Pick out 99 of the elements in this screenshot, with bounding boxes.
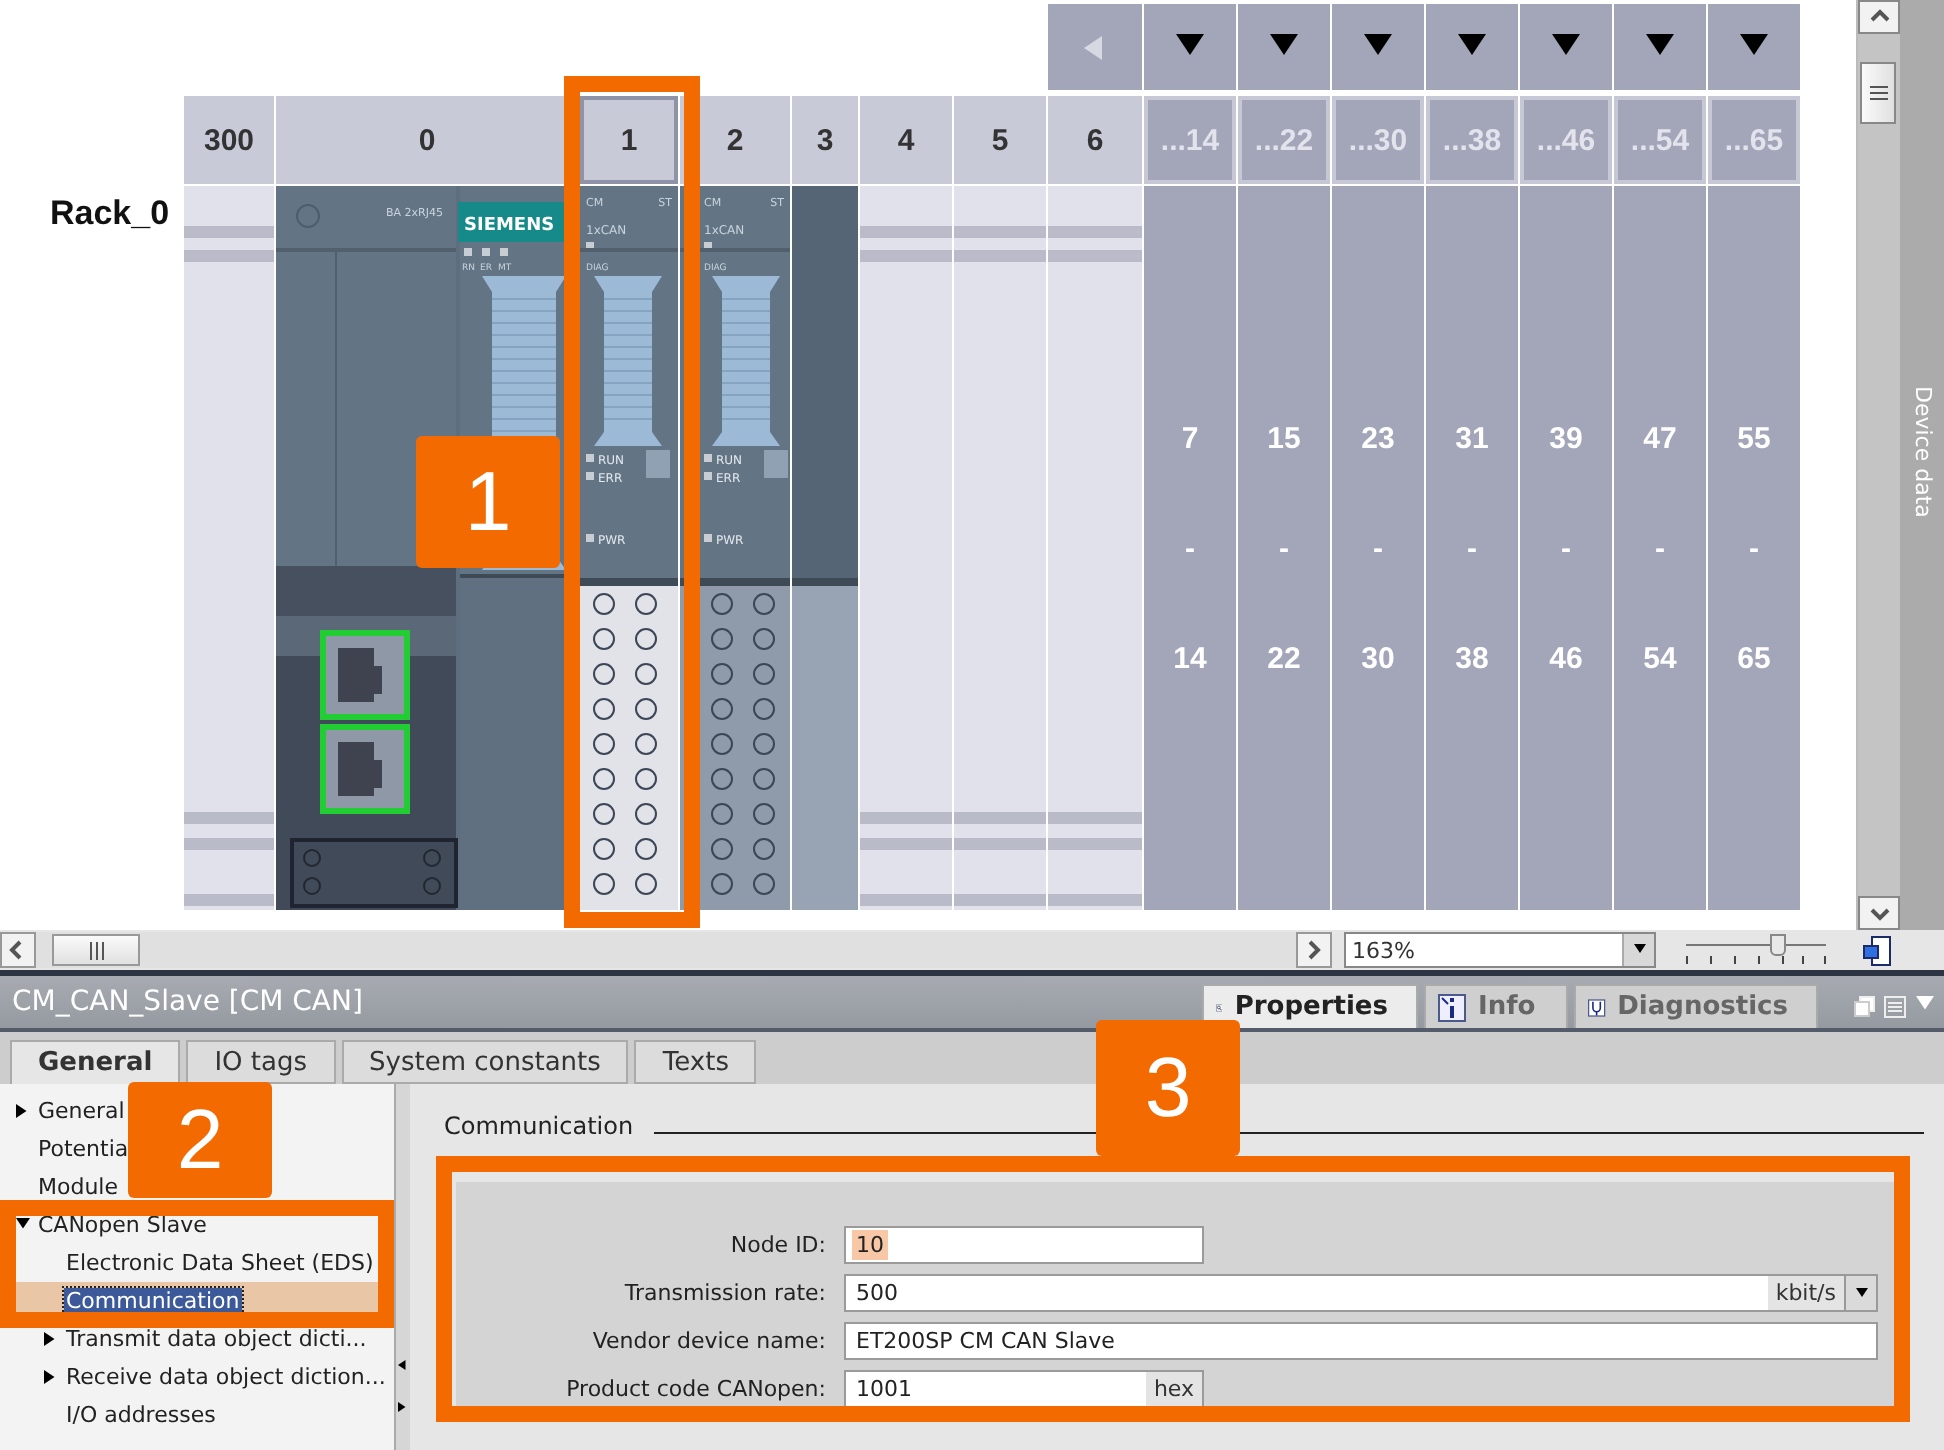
tree-item[interactable]: Module: [0, 1168, 120, 1206]
slot-range-end: 38: [1455, 640, 1489, 678]
section-title: Communication: [444, 1112, 634, 1140]
slot-range-end: 65: [1737, 640, 1771, 678]
slot-range-dash: -: [1655, 530, 1665, 568]
input-field[interactable]: 10: [844, 1226, 1204, 1264]
caret-icon: [1853, 1287, 1869, 1299]
slot-range-end: 22: [1267, 640, 1301, 678]
horizontal-scrollbar[interactable]: [36, 932, 1296, 968]
scroll-right-button[interactable]: [1296, 932, 1332, 968]
dropdown-field[interactable]: 500 kbit/s: [844, 1274, 1878, 1312]
slot-range-dash: -: [1185, 530, 1195, 568]
scroll-down-button[interactable]: [1858, 896, 1900, 930]
slot-range-end: 14: [1173, 640, 1207, 678]
collapsed-icon: [16, 1104, 30, 1118]
slot-header[interactable]: 4: [860, 94, 954, 184]
rail-stripe: [184, 838, 274, 850]
tab[interactable]: General: [10, 1040, 181, 1084]
grip-icon: [87, 941, 105, 959]
left-arrow-icon: [398, 1358, 408, 1372]
slot-range-start: 31: [1455, 420, 1489, 458]
expand-button[interactable]: [1332, 4, 1426, 90]
expand-button[interactable]: [1614, 4, 1708, 90]
slot-range-dash: -: [1279, 530, 1289, 568]
restore-icon[interactable]: [1854, 995, 1876, 1017]
tree-item[interactable]: Receive data object diction...: [0, 1358, 388, 1396]
slot-range-end: 46: [1549, 640, 1583, 678]
expand-button[interactable]: [1520, 4, 1614, 90]
callout-marker: 2: [128, 1082, 272, 1198]
slot-range-dash: -: [1561, 530, 1571, 568]
rail-stripe: [184, 226, 274, 238]
rack-label: Rack_0: [48, 192, 172, 234]
slot-range-start: 15: [1267, 420, 1301, 458]
field-label: Node ID:: [728, 1232, 826, 1258]
callout-marker: 1: [416, 436, 560, 568]
slot-header[interactable]: 6: [1048, 94, 1144, 184]
expanded-icon: [16, 1218, 30, 1232]
slot-range-end: 30: [1361, 640, 1395, 678]
slot-range-start: 7: [1181, 420, 1199, 458]
dropdown-button[interactable]: [1622, 934, 1654, 966]
tab[interactable]: Texts: [634, 1040, 757, 1084]
grip-icon: [1869, 84, 1887, 102]
zoom-field[interactable]: 163%: [1344, 932, 1656, 968]
tree-item[interactable]: I/O addresses: [0, 1396, 218, 1434]
slot-range-start: 39: [1549, 420, 1583, 458]
scroll-left-button[interactable]: [0, 932, 36, 968]
slot-header[interactable]: 5: [954, 94, 1048, 184]
brand-label: SIEMENS: [464, 216, 555, 236]
rail-stripe: [184, 812, 274, 824]
field-label: Product code CANopen:: [564, 1376, 826, 1402]
expand-button[interactable]: [1708, 4, 1802, 90]
expand-button[interactable]: [1426, 4, 1520, 90]
info-icon: [1438, 993, 1466, 1021]
rail-stripe: [184, 250, 274, 262]
input-field[interactable]: ET200SP CM CAN Slave: [844, 1322, 1878, 1360]
input-field[interactable]: 1001 hex: [844, 1370, 1204, 1408]
zoom-slider[interactable]: [1686, 932, 1826, 968]
vertical-scrollbar[interactable]: [1856, 0, 1900, 930]
slot-header[interactable]: 3: [792, 94, 860, 184]
tree-item[interactable]: Transmit data object dicti...: [0, 1320, 369, 1358]
slot-range-start: 47: [1643, 420, 1677, 458]
panel-title: CM_CAN_Slave [CM CAN]: [10, 986, 363, 1018]
fit-view-icon[interactable]: [1862, 935, 1892, 965]
slider-thumb[interactable]: [1769, 934, 1785, 956]
tree-item[interactable]: General: [0, 1092, 127, 1130]
slot-range-end: 54: [1643, 640, 1677, 678]
field-label: Transmission rate:: [622, 1280, 826, 1306]
slot-range-dash: -: [1373, 530, 1383, 568]
scroll-thumb[interactable]: [1860, 62, 1896, 124]
stethoscope-icon: [1588, 993, 1606, 1021]
slot-range-start: 23: [1361, 420, 1395, 458]
tree-item[interactable]: CANopen Slave: [0, 1206, 209, 1244]
inspector-tab[interactable]: Diagnostics: [1574, 984, 1818, 1028]
collapsed-icon: [44, 1332, 58, 1346]
tree-item[interactable]: Electronic Data Sheet (EDS): [0, 1244, 376, 1282]
slot-header[interactable]: 1: [580, 94, 680, 184]
tree-scrollbar[interactable]: [394, 1084, 410, 1450]
slider-ticks-icon: [1686, 956, 1826, 966]
field-label: Vendor device name:: [590, 1328, 826, 1354]
collapsed-icon: [44, 1370, 58, 1384]
tab[interactable]: IO tags: [186, 1040, 335, 1084]
scroll-thumb[interactable]: [52, 934, 140, 966]
caret-icon: [1631, 944, 1647, 956]
dropdown-button[interactable]: [1844, 1276, 1876, 1310]
expand-button[interactable]: [1238, 4, 1332, 90]
tab[interactable]: System constants: [341, 1040, 629, 1084]
callout-marker: 3: [1096, 1020, 1240, 1156]
caret-icon: [1914, 995, 1936, 1013]
slot-header[interactable]: 300: [184, 94, 276, 184]
rail-stripe: [184, 894, 274, 906]
slot-range-dash: -: [1467, 530, 1477, 568]
right-arrow-icon: [398, 1400, 408, 1414]
slot-range-start: 55: [1737, 420, 1771, 458]
tree-item[interactable]: Potentia: [0, 1130, 131, 1168]
inspector-tab[interactable]: Properties: [1202, 984, 1418, 1028]
slot-range-dash: -: [1749, 530, 1759, 568]
scroll-up-button[interactable]: [1858, 0, 1900, 34]
inspector-tab[interactable]: Info: [1424, 984, 1568, 1028]
expand-button[interactable]: [1144, 4, 1238, 90]
